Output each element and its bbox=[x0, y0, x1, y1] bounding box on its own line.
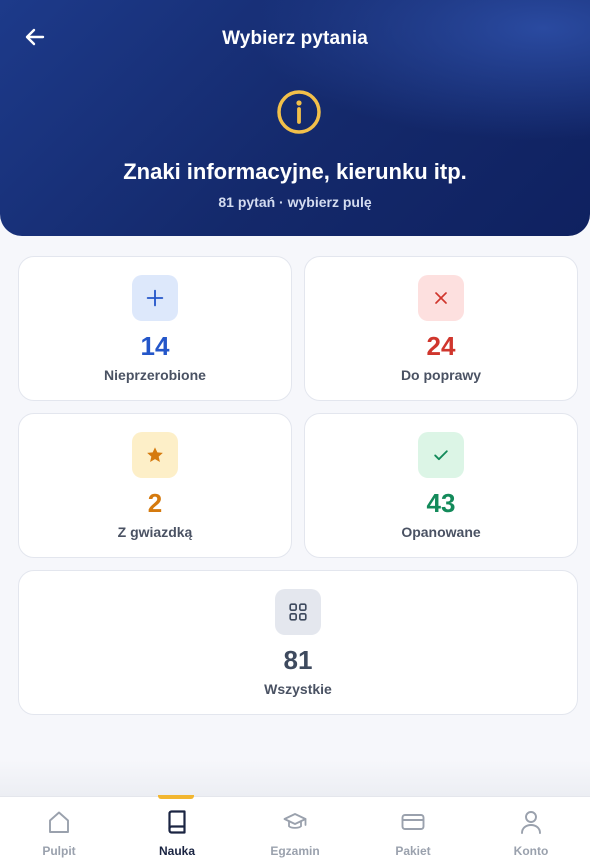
tab-label: Konto bbox=[513, 844, 549, 858]
tab-nauka[interactable]: Nauka bbox=[118, 795, 236, 866]
pool-card-unprocessed[interactable]: 14 Nieprzerobione bbox=[18, 256, 292, 401]
pool-count: 81 bbox=[283, 645, 313, 675]
pool-count: 24 bbox=[426, 331, 456, 361]
pool-label: Z gwiazdką bbox=[117, 524, 193, 540]
tab-konto[interactable]: Konto bbox=[472, 797, 590, 866]
pool-label: Do poprawy bbox=[400, 367, 482, 383]
topic-title: Znaki informacyjne, kierunku itp. bbox=[123, 159, 467, 184]
grid-icon bbox=[289, 603, 307, 621]
tab-pakiet[interactable]: Pakiet bbox=[354, 797, 472, 866]
tab-label: Nauka bbox=[158, 844, 196, 858]
tab-label: Pulpit bbox=[42, 844, 76, 858]
pool-card-all[interactable]: 81 Wszystkie bbox=[18, 570, 578, 715]
pool-icon-box bbox=[418, 432, 464, 478]
book-icon bbox=[168, 810, 186, 834]
plus-icon bbox=[146, 289, 164, 307]
scroll-fade bbox=[0, 760, 590, 796]
active-tab-indicator bbox=[158, 795, 194, 799]
pool-icon-box bbox=[418, 275, 464, 321]
pool-icon-box bbox=[132, 275, 178, 321]
page-title: Wybierz pytania bbox=[222, 28, 368, 49]
pool-icon-box bbox=[132, 432, 178, 478]
tab-label: Egzamin bbox=[270, 844, 320, 858]
tab-egzamin[interactable]: Egzamin bbox=[236, 797, 354, 866]
pool-count: 43 bbox=[426, 488, 456, 518]
pool-card-mastered[interactable]: 43 Opanowane bbox=[304, 413, 578, 558]
pool-count: 14 bbox=[140, 331, 170, 361]
pool-card-to-fix[interactable]: 24 Do poprawy bbox=[304, 256, 578, 401]
topic-subtitle: 81 pytań · wybierz pulę bbox=[218, 194, 372, 210]
graduation-cap-icon bbox=[283, 813, 307, 829]
pool-label: Opanowane bbox=[401, 524, 481, 540]
pool-icon-box bbox=[275, 589, 321, 635]
bottom-tab-bar: Pulpit Nauka Egzamin Pakiet Konto bbox=[0, 795, 590, 866]
pool-count: 2 bbox=[147, 488, 163, 518]
x-icon bbox=[435, 292, 447, 304]
credit-card-icon bbox=[401, 814, 425, 830]
star-icon bbox=[147, 447, 163, 462]
tab-label: Pakiet bbox=[395, 844, 431, 858]
info-circle-icon bbox=[277, 90, 321, 134]
header: Wybierz pytania Znaki informacyjne, kier… bbox=[0, 0, 590, 236]
pool-card-starred[interactable]: 2 Z gwiazdką bbox=[18, 413, 292, 558]
home-icon bbox=[49, 811, 69, 833]
user-icon bbox=[521, 811, 541, 834]
check-icon bbox=[434, 450, 448, 461]
tab-pulpit[interactable]: Pulpit bbox=[0, 797, 118, 866]
pool-label: Nieprzerobione bbox=[104, 367, 206, 383]
pool-label: Wszystkie bbox=[264, 681, 332, 697]
